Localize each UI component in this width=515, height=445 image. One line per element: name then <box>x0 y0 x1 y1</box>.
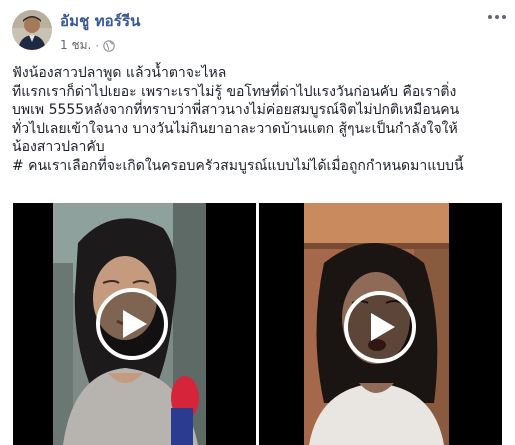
play-button[interactable] <box>344 291 416 363</box>
meta-separator: · <box>95 38 100 53</box>
post-text-line[interactable]: # คนเราเลือกที่จะเกิดในครอบครัวสมบูรณ์แบ… <box>12 157 507 176</box>
play-button[interactable] <box>96 288 168 360</box>
post-text-line: น้องสาวปลาคับ <box>12 139 105 156</box>
post-text-line: ทีแรกเราก็ด่าไปเยอะ เพราะเราไม่รู้ ขอโทษ… <box>12 83 457 100</box>
post-timestamp[interactable]: 1 ชม. <box>60 36 91 55</box>
video-right[interactable] <box>259 203 502 445</box>
facebook-post: อัมชู ทอร์รีน 1 ชม. · ฟังน้องสาวปลาพูด แ… <box>0 0 515 445</box>
play-icon <box>371 313 395 341</box>
avatar[interactable] <box>12 10 52 50</box>
video-left[interactable] <box>13 203 256 445</box>
play-icon <box>123 310 147 338</box>
post-author[interactable]: อัมชู ทอร์รีน <box>60 9 140 33</box>
post-text: ฟังน้องสาวปลาพูด แล้วน้ำตาจะไหล ทีแรกเรา… <box>12 64 507 176</box>
post-text-line: ทั่วไปเลยเข้าใจนาง บางวันไม่กินยาอาละวาด… <box>12 120 458 137</box>
globe-icon[interactable] <box>103 39 115 52</box>
post-text-line: บพเพ 5555หลังจากที่ทราบว่าพี่สาวนางไม่ค่… <box>12 102 460 119</box>
post-meta: 1 ชม. · <box>60 36 115 55</box>
more-options-icon[interactable] <box>488 12 506 22</box>
post-text-line: ฟังน้องสาวปลาพูด แล้วน้ำตาจะไหล <box>12 65 227 81</box>
